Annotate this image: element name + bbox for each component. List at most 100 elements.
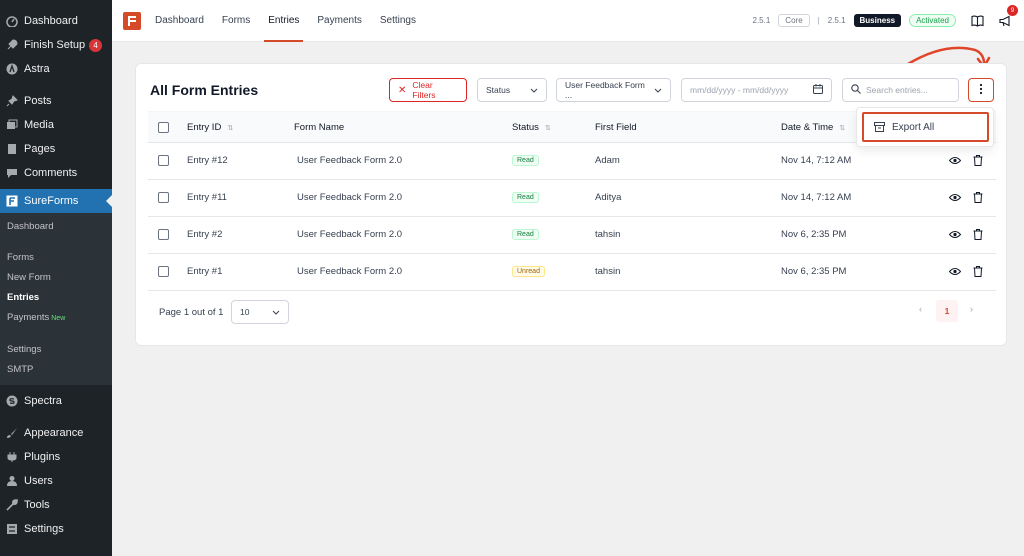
form-filter-select[interactable]: User Feedback Form ...: [556, 78, 671, 102]
submenu-smtp[interactable]: SMTP: [0, 360, 112, 380]
business-version: 2.5.1: [827, 16, 846, 25]
previous-page-icon[interactable]: ‹: [919, 304, 922, 314]
tab-payments[interactable]: Payments: [317, 0, 361, 42]
next-page-icon[interactable]: ›: [970, 304, 973, 314]
notification-count: 9: [1007, 4, 1018, 16]
entries-card: All Form Entries ✕ Clear Filters Status …: [135, 63, 1007, 346]
submenu-entries[interactable]: Entries: [0, 288, 112, 308]
per-page-select[interactable]: 10: [231, 300, 289, 324]
sidebar-item-pages[interactable]: Pages: [0, 137, 112, 161]
tab-dashboard[interactable]: Dashboard: [155, 0, 204, 42]
submenu-forms[interactable]: Forms: [0, 248, 112, 268]
sidebar-item-dashboard[interactable]: Dashboard: [0, 9, 112, 33]
sidebar-item-spectra[interactable]: Spectra: [0, 389, 112, 413]
activated-badge: Activated: [909, 14, 956, 27]
search-placeholder: Search entries...: [866, 85, 928, 95]
submenu-payments[interactable]: Payments New: [0, 308, 112, 328]
table-row[interactable]: Entry #12 User Feedback Form 2.0 Read Ad…: [148, 143, 996, 180]
sidebar-item-plugins[interactable]: Plugins: [0, 445, 112, 469]
sidebar-item-label: SureForms: [24, 195, 79, 207]
status-filter-select[interactable]: Status: [477, 78, 547, 102]
trash-icon[interactable]: [972, 265, 984, 277]
sidebar-item-users[interactable]: Users: [0, 469, 112, 493]
row-checkbox[interactable]: [158, 229, 169, 240]
date-time: Nov 6, 2:35 PM: [781, 229, 847, 240]
notification-badge: 4: [89, 38, 103, 52]
eye-icon[interactable]: [949, 265, 961, 277]
tab-entries[interactable]: Entries: [264, 0, 304, 42]
export-all-menu-item[interactable]: Export All: [862, 112, 989, 142]
column-label: Status: [512, 122, 539, 133]
submenu-new-form[interactable]: New Form: [0, 268, 112, 288]
sidebar-item-tools[interactable]: Tools: [0, 493, 112, 517]
table-row[interactable]: Entry #1 User Feedback Form 2.0 Unread t…: [148, 254, 996, 291]
row-checkbox[interactable]: [158, 266, 169, 277]
submenu-settings[interactable]: Settings: [0, 340, 112, 360]
sureforms-icon: [5, 194, 19, 208]
sidebar-item-astra[interactable]: Astra: [0, 57, 112, 81]
sidebar-item-label: Appearance: [24, 427, 84, 439]
book-icon[interactable]: [970, 14, 984, 28]
clear-filters-button[interactable]: ✕ Clear Filters: [389, 78, 467, 102]
sidebar-item-appearance[interactable]: Appearance: [0, 421, 112, 445]
chevron-down-icon: [272, 307, 280, 317]
trash-icon[interactable]: [972, 228, 984, 240]
search-input[interactable]: Search entries...: [842, 78, 959, 102]
submenu-dashboard[interactable]: Dashboard: [0, 217, 112, 237]
sidebar-item-comments[interactable]: Comments: [0, 161, 112, 185]
more-options-button[interactable]: [968, 78, 994, 102]
status-badge: Read: [512, 192, 539, 203]
sidebar-item-posts[interactable]: Posts: [0, 89, 112, 113]
entry-id: Entry #1: [187, 266, 223, 277]
plug-icon: [5, 450, 19, 464]
eye-icon[interactable]: [949, 191, 961, 203]
user-icon: [5, 474, 19, 488]
tab-settings[interactable]: Settings: [380, 0, 416, 42]
new-tag: New: [51, 315, 66, 322]
pagination-bar: Page 1 out of 1 10 ‹ 1 ›: [148, 296, 996, 328]
first-field: Aditya: [595, 192, 622, 203]
column-label: Date & Time: [781, 122, 834, 133]
table-row[interactable]: Entry #2 User Feedback Form 2.0 Read tah…: [148, 217, 996, 254]
clear-filters-label: Clear Filters: [412, 80, 436, 100]
date-time: Nov 14, 7:12 AM: [781, 155, 852, 166]
column-date-time[interactable]: Date & Time ⇅: [781, 122, 845, 133]
status-badge: Read: [512, 229, 539, 240]
sidebar-item-label: Spectra: [24, 395, 62, 407]
sidebar-item-label: Media: [24, 119, 54, 131]
settings-icon: [5, 522, 19, 536]
megaphone-icon[interactable]: 9: [998, 4, 1018, 28]
rocket-icon: [5, 38, 19, 52]
sureforms-logo[interactable]: [123, 11, 141, 30]
form-name: User Feedback Form 2.0: [297, 192, 403, 203]
tab-forms[interactable]: Forms: [222, 0, 250, 42]
column-entry-id[interactable]: Entry ID ⇅: [187, 122, 233, 133]
core-badge: Core: [778, 14, 810, 27]
sidebar-item-media[interactable]: Media: [0, 113, 112, 137]
media-icon: [5, 118, 19, 132]
column-first-field: First Field: [595, 122, 637, 133]
sidebar-item-label: Settings: [24, 523, 64, 535]
row-checkbox[interactable]: [158, 192, 169, 203]
trash-icon[interactable]: [972, 154, 984, 166]
table-row[interactable]: Entry #11 User Feedback Form 2.0 Read Ad…: [148, 180, 996, 217]
status-filter-value: Status: [486, 85, 511, 95]
form-name: User Feedback Form 2.0: [297, 229, 403, 240]
eye-icon[interactable]: [949, 228, 961, 240]
trash-icon[interactable]: [972, 191, 984, 203]
page-number-button[interactable]: 1: [936, 300, 958, 322]
first-field: tahsin: [595, 229, 621, 240]
sidebar-item-label: Astra: [24, 63, 50, 75]
first-field: Adam: [595, 155, 620, 166]
brush-icon: [5, 426, 19, 440]
sidebar-item-label: Finish Setup: [24, 39, 86, 51]
row-checkbox[interactable]: [158, 155, 169, 166]
eye-icon[interactable]: [949, 154, 961, 166]
spectra-icon: [5, 394, 19, 408]
sidebar-item-sureforms[interactable]: SureForms: [0, 189, 112, 213]
sidebar-item-finish-setup[interactable]: Finish Setup 4: [0, 33, 112, 57]
date-range-input[interactable]: mm/dd/yyyy - mm/dd/yyyy: [681, 78, 832, 102]
column-status[interactable]: Status ⇅: [512, 122, 551, 133]
select-all-checkbox[interactable]: [158, 122, 169, 133]
sidebar-item-settings[interactable]: Settings: [0, 517, 112, 541]
